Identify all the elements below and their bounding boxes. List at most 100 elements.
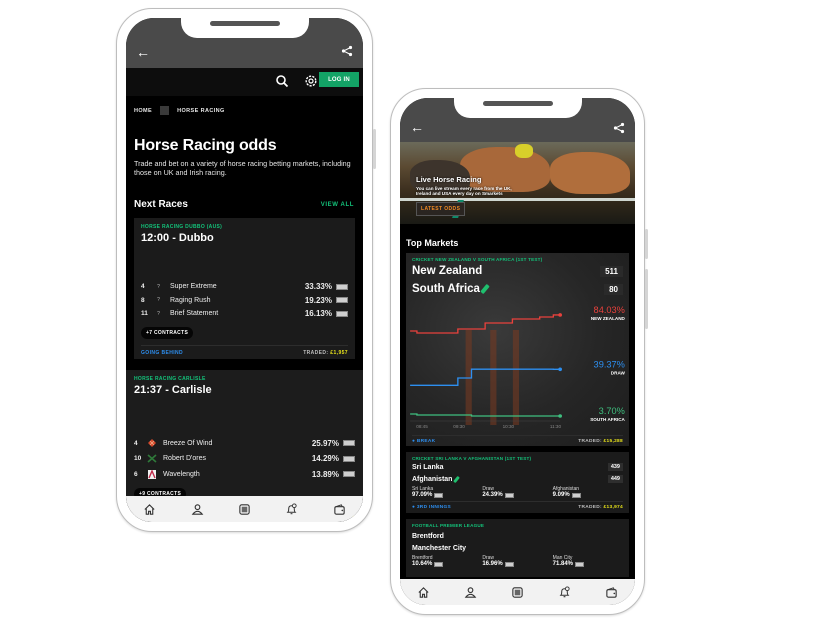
notifications-icon[interactable] <box>285 502 298 516</box>
match-status: ● 3RD INNINGS <box>412 505 452 510</box>
odds-percent: 9.09% <box>552 492 570 498</box>
markets-icon[interactable] <box>511 586 524 599</box>
traded-label: TRADED: <box>578 505 602 510</box>
latest-odds-button[interactable]: LATEST ODDS <box>416 201 466 216</box>
notch <box>180 18 309 38</box>
breadcrumb-home[interactable]: HOME <box>134 108 152 114</box>
odds-option[interactable]: Man City 71.84% <box>553 555 623 567</box>
share-icon[interactable] <box>613 122 625 134</box>
hero-subtitle-line: Ireland and USA every day on Smarkets <box>416 191 503 197</box>
runner-name: Brief Statement <box>170 310 219 318</box>
breadcrumb: HOME HORSE RACING <box>126 96 363 115</box>
home-icon[interactable] <box>417 586 430 599</box>
odds-option[interactable]: Draw 24.39% <box>482 486 552 498</box>
odds-percent: 24.39% <box>482 492 503 498</box>
unknown-silk-icon: ? <box>157 310 160 317</box>
more-contracts-button[interactable]: +7 CONTRACTS <box>141 326 194 339</box>
account-icon[interactable] <box>464 586 477 599</box>
page-title: Horse Racing odds <box>134 137 277 154</box>
match-status-text: 3RD INNINGS <box>416 505 452 510</box>
team-name: South Africa <box>412 283 480 295</box>
odds-badge <box>504 492 514 498</box>
runner-row[interactable]: 4 ? Super Extreme 33.33% <box>141 280 348 294</box>
account-icon[interactable] <box>191 503 204 516</box>
runner-row[interactable]: 10 Robert D'ores 14.29% <box>134 451 355 467</box>
team-row: Afghanistan 449 <box>412 473 623 485</box>
odds-chart-svg: 84.03%NEW ZEALAND 39.37%DRAW 3.70%SOUTH AF… <box>410 305 626 429</box>
odds-option[interactable]: Afghanistan 9.09% <box>553 486 623 498</box>
notifications-icon[interactable] <box>558 585 571 599</box>
odds-badge <box>504 561 514 567</box>
share-icon[interactable] <box>341 45 353 57</box>
search-icon[interactable] <box>275 74 289 88</box>
series-name-label: DRAW <box>611 370 626 375</box>
runner-odds: 25.97% <box>311 438 339 448</box>
wallet-icon[interactable] <box>333 503 346 516</box>
side-button <box>645 269 648 329</box>
runner-name: Wavelength <box>163 470 200 478</box>
top-markets-title: Top Markets <box>406 238 459 248</box>
race-time[interactable]: 21:37 - Carlisle <box>134 384 355 396</box>
traded-value: £1,957 <box>330 349 348 356</box>
odds-option[interactable]: Brentford 10.64% <box>412 555 482 567</box>
right-phone-screen: ← Live Horse Racing You can live stream … <box>400 98 635 605</box>
notch <box>453 98 582 118</box>
series-end-point <box>558 414 562 418</box>
race-card-footer: GOING BEHIND TRADED: £1,957 <box>141 344 348 359</box>
odds-percent: 16.96% <box>482 561 503 567</box>
odds-value: 9.09% <box>553 492 623 498</box>
gear-icon[interactable] <box>304 74 318 88</box>
markets-icon[interactable] <box>238 503 251 516</box>
x-tick-label: 09:30 <box>453 424 465 429</box>
batting-icon <box>453 475 461 483</box>
odds-option[interactable]: Draw 16.96% <box>482 555 552 567</box>
runner-row[interactable]: 8 ? Raging Rush 19.23% <box>141 294 348 308</box>
team-name-batting: Afghanistan <box>412 473 461 485</box>
odds-badge <box>434 492 444 498</box>
team-row: New Zealand 511 <box>412 262 623 280</box>
speaker <box>209 21 280 26</box>
market-card[interactable]: CRICKET SRI LANKA V AFGHANISTAN (1ST TES… <box>406 452 629 513</box>
series-value-label: 3.70% <box>599 406 625 416</box>
speaker <box>482 101 553 106</box>
runner-list: 4 Breeze Of Wind 25.97% 10 Robert D'ores… <box>134 436 355 483</box>
odds-percent: 97.09% <box>412 492 433 498</box>
odds-value: 97.09% <box>412 492 482 498</box>
odds-badge <box>575 561 585 567</box>
runner-number: 4 <box>141 283 145 291</box>
runner-odds: 14.29% <box>311 454 339 464</box>
runner-number: 6 <box>134 470 138 478</box>
back-arrow-icon[interactable]: ← <box>136 45 150 59</box>
race-time[interactable]: 12:00 - Dubbo <box>141 232 348 244</box>
home-icon[interactable] <box>143 503 156 516</box>
wallet-icon[interactable] <box>605 586 618 599</box>
right-phone-frame: ← Live Horse Racing You can live stream … <box>390 88 648 615</box>
login-button[interactable]: LOG IN <box>319 72 359 87</box>
stump-decoration <box>490 330 497 425</box>
team-row: Sri Lanka 439 <box>412 461 623 473</box>
left-phone-screen: ← LOG IN HOME HORSE RACING Horse Racing … <box>126 18 363 522</box>
featured-market-card[interactable]: CRICKET NEW ZEALAND V SOUTH AFRICA (1ST … <box>406 253 629 446</box>
side-button <box>373 129 376 169</box>
live-racing-hero-banner[interactable]: Live Horse Racing You can live stream ev… <box>400 142 635 224</box>
odds-badge <box>571 492 581 498</box>
traded-amount: TRADED: £1,957 <box>303 350 348 356</box>
breadcrumb-horse-racing[interactable]: HORSE RACING <box>177 108 225 114</box>
phone-top-bar: ← <box>126 18 363 68</box>
runner-row[interactable]: 6 Wavelength 13.89% <box>134 467 355 483</box>
odds-badge <box>336 297 348 304</box>
stump-decoration <box>512 330 520 425</box>
back-arrow-icon[interactable]: ← <box>410 120 424 134</box>
race-status: GOING BEHIND <box>141 349 184 356</box>
odds-badge <box>336 310 348 317</box>
market-card[interactable]: FOOTBALL PREMIER LEAGUE Brentford Manche… <box>406 519 629 577</box>
series-value-label: 84.03% <box>594 305 625 315</box>
odds-option[interactable]: Sri Lanka 97.09% <box>412 486 482 498</box>
runner-row[interactable]: 11 ? Brief Statement 16.13% <box>141 307 348 321</box>
race-card[interactable]: HORSE RACING DUBBO (AUS) 12:00 - Dubbo 4… <box>134 218 355 359</box>
runner-name: Super Extreme <box>170 283 217 291</box>
view-all-link[interactable]: VIEW ALL <box>321 202 354 208</box>
runner-row[interactable]: 4 Breeze Of Wind 25.97% <box>134 436 355 452</box>
team-score: 511 <box>600 265 623 277</box>
runner-odds: 19.23% <box>304 295 332 305</box>
